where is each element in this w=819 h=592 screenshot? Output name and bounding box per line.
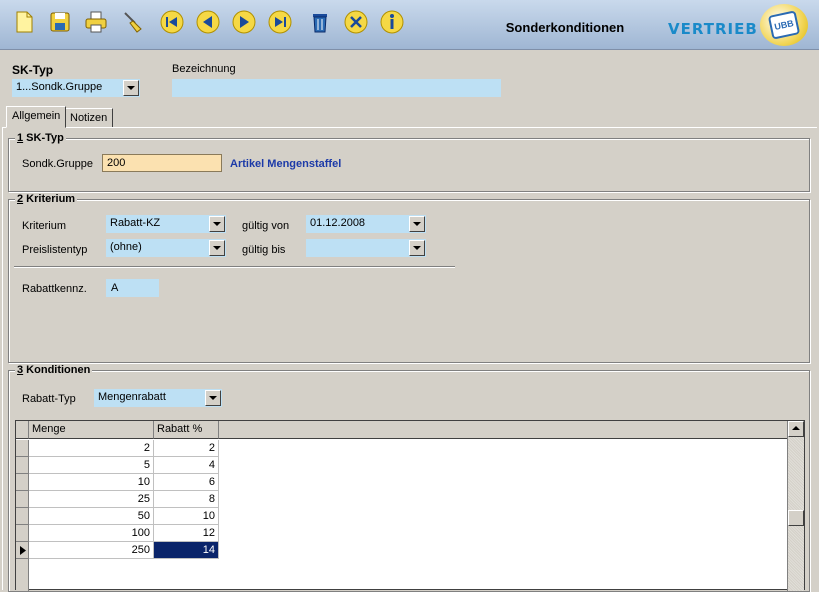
sondk-gruppe-label: Sondk.Gruppe xyxy=(22,158,93,170)
sondk-gruppe-input[interactable]: 200 xyxy=(102,154,222,172)
row-indicator[interactable] xyxy=(16,525,29,542)
toolbar: Sonderkonditionen VERTRIEB UBB xyxy=(0,0,819,50)
kriterium-label: Kriterium xyxy=(22,220,67,232)
close-icon[interactable] xyxy=(342,8,370,36)
rabatt-typ-dropdown[interactable]: Mengenrabatt xyxy=(94,389,222,407)
gueltig-bis-label: gültig bis xyxy=(242,244,286,256)
cell-rabatt[interactable]: 10 xyxy=(154,508,219,525)
previous-record-icon[interactable] xyxy=(194,8,222,36)
kriterium-value: Rabatt-KZ xyxy=(110,217,161,229)
info-icon[interactable] xyxy=(378,8,406,36)
sk-typ-label: SK-Typ xyxy=(12,63,54,77)
cell-menge[interactable]: 250 xyxy=(29,542,154,559)
trash-icon[interactable] xyxy=(306,8,334,36)
row-indicator[interactable] xyxy=(16,474,29,491)
konditionen-grid[interactable]: Menge Rabatt % 2 2 5 4 10 6 25 8 50 10 1… xyxy=(15,420,805,591)
cell-rabatt[interactable]: 4 xyxy=(154,457,219,474)
broom-icon[interactable] xyxy=(118,8,146,36)
grid-corner xyxy=(16,421,29,439)
current-row-arrow-icon xyxy=(20,546,26,555)
logo-text: UBB xyxy=(767,10,801,40)
cell-menge[interactable]: 10 xyxy=(29,474,154,491)
rabatt-typ-value: Mengenrabatt xyxy=(98,391,166,403)
cell-menge[interactable]: 5 xyxy=(29,457,154,474)
group-sk-typ-title: 1 SK-Typ xyxy=(15,132,66,144)
company-logo: UBB xyxy=(760,4,808,46)
cell-rabatt[interactable]: 8 xyxy=(154,491,219,508)
kriterium-dropdown[interactable]: Rabatt-KZ xyxy=(106,215,226,233)
row-indicator[interactable] xyxy=(16,457,29,474)
row-indicator[interactable] xyxy=(16,491,29,508)
cell-menge[interactable]: 2 xyxy=(29,440,154,457)
cell-rabatt[interactable]: 6 xyxy=(154,474,219,491)
column-header-rabatt[interactable]: Rabatt % xyxy=(154,421,219,439)
chevron-down-icon[interactable] xyxy=(209,216,225,232)
preislistentyp-dropdown[interactable]: (ohne) xyxy=(106,239,226,257)
chevron-down-icon[interactable] xyxy=(409,240,425,256)
gueltig-von-value: 01.12.2008 xyxy=(310,217,366,229)
group-kriterium-title: 2 Kriterium xyxy=(15,193,78,205)
chevron-down-icon[interactable] xyxy=(205,390,221,406)
column-header-filler xyxy=(219,421,789,439)
next-record-icon[interactable] xyxy=(230,8,258,36)
first-record-icon[interactable] xyxy=(158,8,186,36)
column-header-menge[interactable]: Menge xyxy=(29,421,154,439)
chevron-down-icon[interactable] xyxy=(123,80,139,96)
chevron-down-icon[interactable] xyxy=(409,216,425,232)
gueltig-von-label: gültig von xyxy=(242,220,290,232)
cell-menge[interactable]: 50 xyxy=(29,508,154,525)
group-konditionen-title: 3 Konditionen xyxy=(15,364,93,376)
cell-rabatt[interactable]: 2 xyxy=(154,440,219,457)
bezeichnung-label: Bezeichnung xyxy=(172,63,236,75)
brand-label: VERTRIEB xyxy=(668,20,758,38)
sondk-gruppe-description: Artikel Mengenstaffel xyxy=(230,158,342,170)
row-indicator[interactable] xyxy=(16,440,29,457)
window-title: Sonderkonditionen xyxy=(505,20,625,35)
current-row-indicator[interactable] xyxy=(16,542,29,559)
tab-notizen[interactable]: Notizen xyxy=(64,108,114,128)
sk-typ-value: 1...Sondk.Gruppe xyxy=(16,81,103,93)
vertical-scrollbar[interactable] xyxy=(787,421,804,591)
rabattkennz-input[interactable]: A xyxy=(106,279,159,297)
preislistentyp-value: (ohne) xyxy=(110,241,142,253)
cell-menge[interactable]: 25 xyxy=(29,491,154,508)
cell-rabatt[interactable]: 12 xyxy=(154,525,219,542)
cell-rabatt-selected[interactable]: 14 xyxy=(154,542,219,559)
chevron-down-icon[interactable] xyxy=(209,240,225,256)
save-icon[interactable] xyxy=(46,8,74,36)
scroll-up-button[interactable] xyxy=(788,421,804,437)
last-record-icon[interactable] xyxy=(266,8,294,36)
cell-menge[interactable]: 100 xyxy=(29,525,154,542)
bezeichnung-input[interactable] xyxy=(172,79,501,97)
preislistentyp-label: Preislistentyp xyxy=(22,244,88,256)
row-indicator[interactable] xyxy=(16,508,29,525)
sk-typ-dropdown[interactable]: 1...Sondk.Gruppe xyxy=(12,79,140,97)
gueltig-von-dropdown[interactable]: 01.12.2008 xyxy=(306,215,426,233)
scroll-thumb[interactable] xyxy=(788,510,804,526)
print-icon[interactable] xyxy=(82,8,110,36)
row-indicator-empty xyxy=(16,559,29,591)
divider xyxy=(14,266,455,268)
rabatt-typ-label: Rabatt-Typ xyxy=(22,393,76,405)
rabattkennz-label: Rabattkennz. xyxy=(22,283,87,295)
new-document-icon[interactable] xyxy=(10,8,38,36)
tab-allgemein[interactable]: Allgemein xyxy=(6,106,67,128)
gueltig-bis-dropdown[interactable] xyxy=(306,239,426,257)
